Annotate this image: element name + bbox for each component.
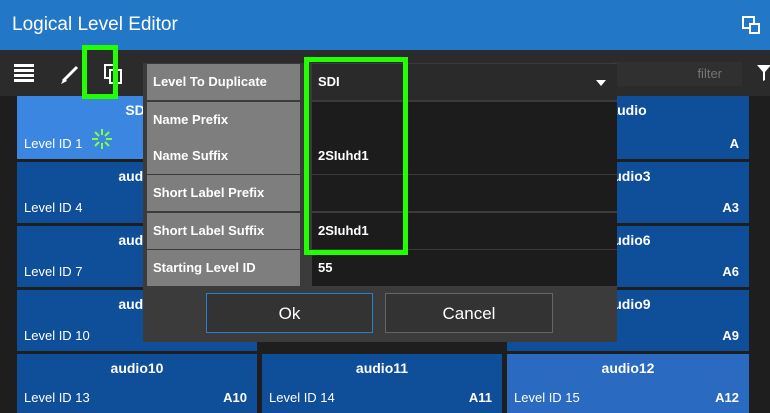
level-id: Level ID 7: [24, 264, 83, 279]
level-name: audio12: [601, 360, 655, 376]
short-label-prefix-field[interactable]: [312, 175, 617, 211]
level-tile[interactable]: audio10 Level ID 13 A10: [17, 354, 257, 413]
ok-button[interactable]: Ok: [206, 293, 373, 333]
level-short-label: A12: [715, 390, 739, 405]
edit-icon[interactable]: [60, 64, 82, 84]
level-name: audio10: [110, 360, 164, 376]
level-short-label: A9: [722, 328, 739, 343]
window-title: Logical Level Editor: [12, 14, 178, 35]
dropdown-arrow-icon[interactable]: [596, 80, 606, 86]
title-bar: Logical Level Editor: [0, 0, 770, 50]
level-name: audio11: [355, 360, 409, 376]
short-label-suffix-field[interactable]: 2SIuhd1: [312, 213, 617, 249]
level-short-label: A11: [468, 390, 492, 405]
level-short-label: A6: [722, 264, 739, 279]
name-suffix-field[interactable]: 2SIuhd1: [312, 138, 617, 174]
level-short-label: A10: [223, 390, 247, 405]
level-id: Level ID 1: [24, 136, 83, 151]
name-prefix-field[interactable]: [312, 102, 617, 138]
level-id: Level ID 13: [24, 390, 90, 405]
field-label: Starting Level ID: [147, 250, 300, 286]
starting-level-id-field[interactable]: 55: [312, 250, 617, 286]
filter-icon[interactable]: [757, 65, 770, 81]
field-label: Short Label Suffix: [147, 213, 300, 249]
filter-input[interactable]: [612, 62, 742, 86]
level-id: Level ID 15: [514, 390, 580, 405]
cancel-button[interactable]: Cancel: [385, 293, 553, 333]
level-id: Level ID 10: [24, 328, 90, 343]
list-icon[interactable]: [14, 64, 34, 82]
field-label: Name Prefix: [147, 102, 300, 138]
popout-icon[interactable]: [742, 16, 760, 34]
field-label: Name Suffix: [147, 138, 300, 174]
level-id: Level ID 4: [24, 200, 83, 215]
field-label: Short Label Prefix: [147, 175, 300, 211]
spinner-icon: [92, 129, 112, 149]
field-label: Level To Duplicate: [147, 64, 300, 100]
level-id: Level ID 14: [269, 390, 335, 405]
level-short-label: A: [729, 136, 739, 151]
level-to-duplicate-select[interactable]: SDI: [312, 64, 617, 100]
duplicate-icon[interactable]: [104, 64, 122, 84]
level-tile[interactable]: audio11 Level ID 14 A11: [262, 354, 502, 413]
level-short-label: A3: [722, 200, 739, 215]
level-tile[interactable]: audio12 Level ID 15 A12: [507, 354, 749, 413]
